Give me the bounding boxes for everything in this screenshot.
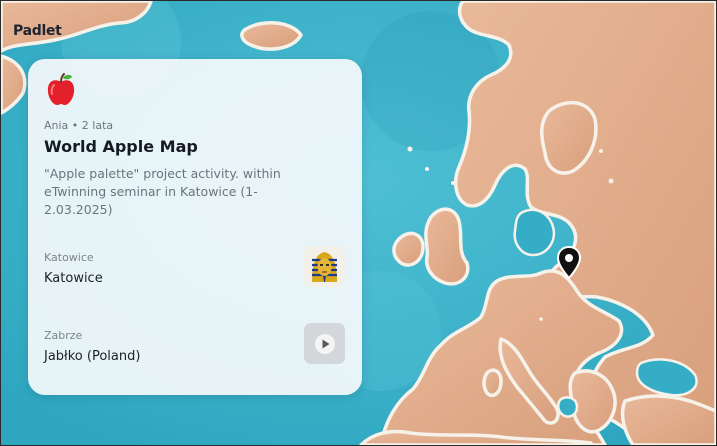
padlet-map-board: Padlet Ania • 2 lata World Apple Map "Ap… — [0, 0, 717, 446]
post-item-katowice[interactable]: Katowice Katowice — [28, 246, 362, 309]
post-subject: Zabrze — [44, 329, 83, 342]
padlet-logo[interactable]: Padlet — [13, 23, 62, 39]
play-video-icon — [314, 333, 335, 354]
post-body: Jabłko (Poland) — [44, 349, 141, 364]
board-title: World Apple Map — [44, 137, 198, 156]
author-meta: Ania • 2 lata — [44, 119, 114, 132]
post-thumbnail[interactable] — [304, 246, 345, 287]
map-pin-icon[interactable] — [553, 245, 585, 281]
post-body: Katowice — [44, 271, 103, 286]
post-item-zabrze[interactable]: Zabrze Jabłko (Poland) — [28, 323, 362, 387]
board-description: "Apple palette" project activity. within… — [44, 166, 281, 217]
pharaoh-mask-icon — [312, 252, 337, 282]
video-thumbnail[interactable] — [304, 323, 345, 364]
board-info-card: Ania • 2 lata World Apple Map "Apple pal… — [28, 59, 362, 395]
post-subject: Katowice — [44, 251, 94, 264]
red-apple-icon — [47, 73, 75, 105]
